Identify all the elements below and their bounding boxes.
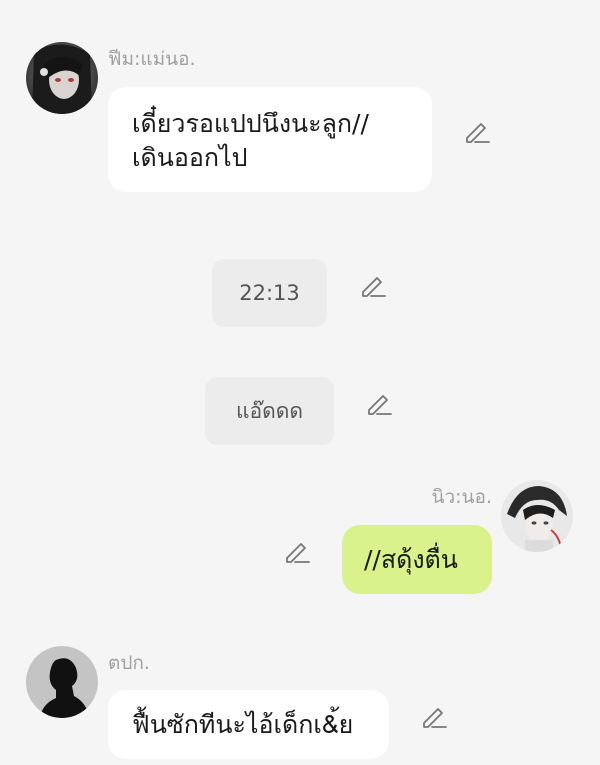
avatar-tpk[interactable] [26, 646, 98, 718]
message-bubble[interactable]: //สดุ้งตื่น [342, 525, 492, 594]
system-message: 22:13 [212, 259, 327, 327]
system-message: แอ๊ดดด [205, 377, 334, 445]
sender-name: ฟีม:แม่นอ. [108, 48, 196, 70]
pencil-edit-icon[interactable] [358, 270, 388, 300]
message-text: //สดุ้งตื่น [364, 545, 458, 574]
avatar-feem[interactable] [26, 42, 98, 114]
message-text: ฟื้นซักทีนะไอ้เด็กเ&้ย [132, 710, 354, 739]
avatar-new[interactable] [501, 480, 573, 552]
pencil-edit-icon[interactable] [462, 116, 492, 146]
sender-name: นิว:นอ. [431, 486, 493, 508]
message-text: แอ๊ดดด [235, 399, 304, 423]
message-bubble[interactable]: เดี๋ยวรอแปปนึงนะลูก// เดินออกไป [108, 87, 432, 192]
message-text: เดี๋ยวรอแปปนึงนะลูก// เดินออกไป [132, 109, 369, 172]
pencil-edit-icon[interactable] [282, 536, 312, 566]
message-text: 22:13 [239, 281, 300, 305]
pencil-edit-icon[interactable] [364, 388, 394, 418]
sender-name: ตปก. [108, 652, 150, 674]
pencil-edit-icon[interactable] [419, 701, 449, 731]
message-bubble[interactable]: ฟื้นซักทีนะไอ้เด็กเ&้ย [108, 690, 389, 759]
